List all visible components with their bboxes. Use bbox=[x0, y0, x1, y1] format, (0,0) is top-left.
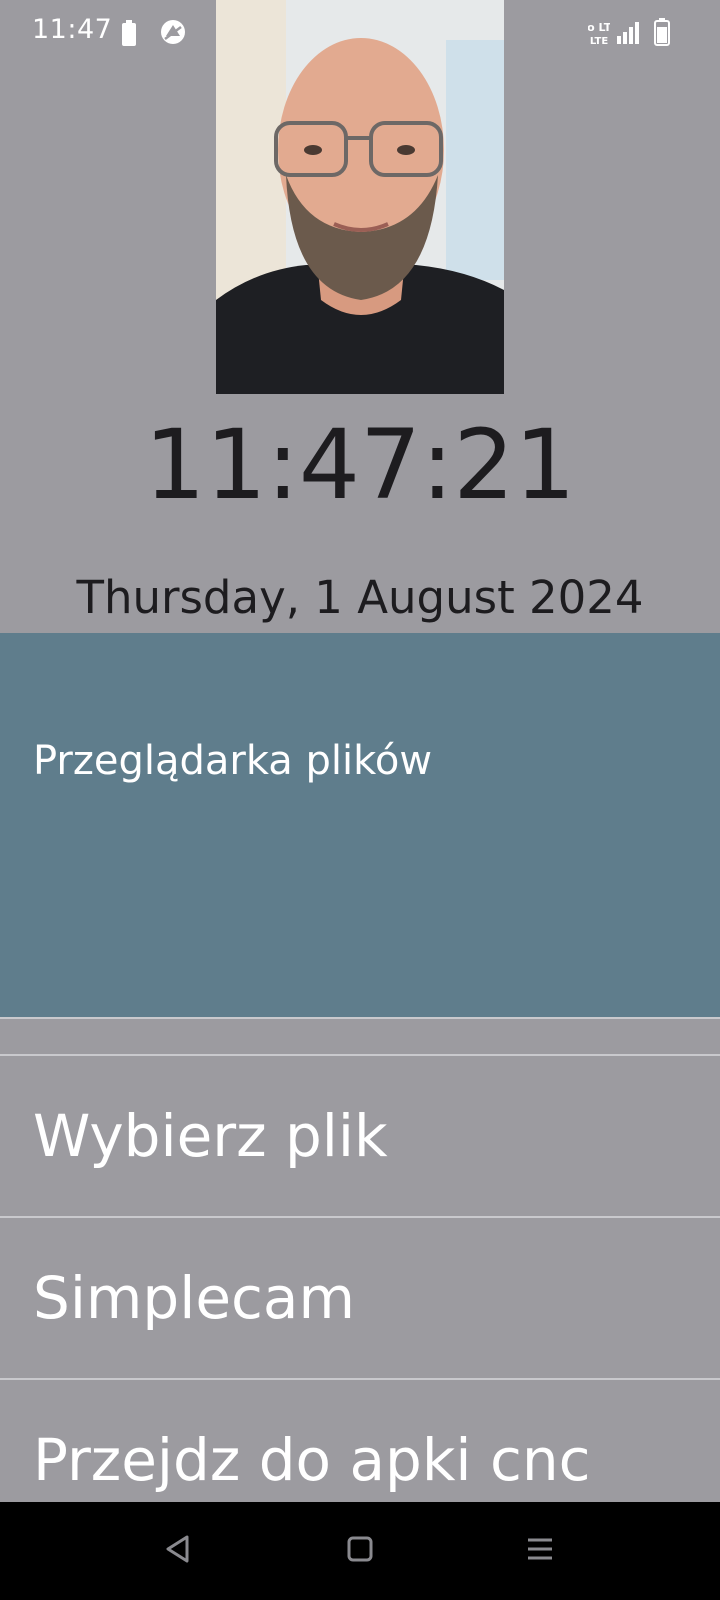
header-title: Przeglądarka plików bbox=[33, 738, 433, 784]
battery-icon bbox=[654, 18, 670, 50]
clock-time: 11:47:21 bbox=[144, 409, 576, 521]
user-photo bbox=[216, 0, 504, 394]
vpn-icon bbox=[160, 19, 186, 49]
home-button[interactable] bbox=[300, 1502, 420, 1600]
svg-text:Vo LTE: Vo LTE bbox=[588, 21, 610, 34]
back-button[interactable] bbox=[118, 1502, 238, 1600]
menu-item-label: Wybierz plik bbox=[33, 1102, 388, 1170]
menu-item-wybierz-plik[interactable]: Wybierz plik bbox=[0, 1056, 720, 1216]
menu-item-simplecam[interactable]: Simplecam bbox=[0, 1218, 720, 1378]
file-browser-header: Przeglądarka plików bbox=[0, 633, 720, 1017]
date-text: Thursday, 1 August 2024 bbox=[76, 571, 644, 624]
menu-item-label: Przejdz do apki cnc bbox=[33, 1426, 591, 1494]
navigation-bar bbox=[0, 1502, 720, 1600]
back-icon bbox=[163, 1534, 193, 1568]
battery-saver-icon bbox=[122, 20, 136, 50]
home-icon bbox=[346, 1535, 374, 1567]
divider bbox=[0, 1017, 720, 1019]
volte-icon: Vo LTE LTE bbox=[579, 20, 619, 50]
svg-text:LTE: LTE bbox=[590, 36, 609, 46]
signal-icon bbox=[617, 22, 641, 48]
menu-icon bbox=[525, 1535, 555, 1567]
status-time: 11:47 bbox=[32, 14, 113, 45]
menu-item-label: Simplecam bbox=[33, 1264, 355, 1332]
menu-button[interactable] bbox=[480, 1502, 600, 1600]
